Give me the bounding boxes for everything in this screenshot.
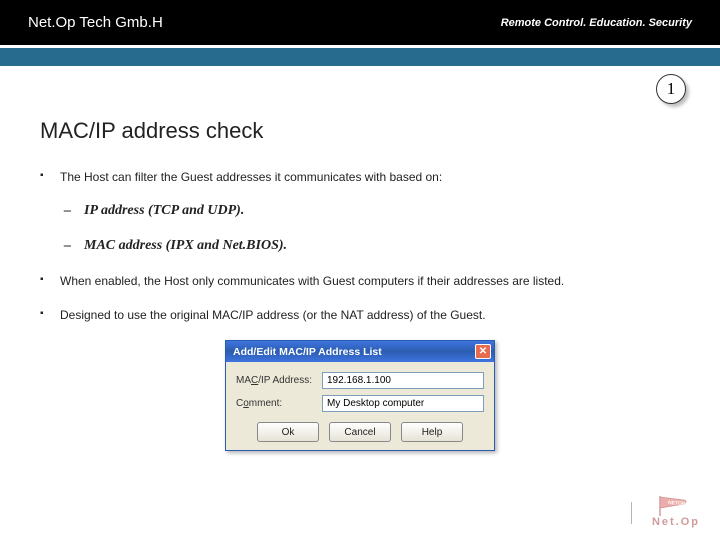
tagline: Remote Control. Education. Security — [501, 17, 692, 29]
sub-item: MAC address (IPX and Net.BIOS). — [60, 235, 680, 256]
mac-ip-input[interactable] — [322, 372, 484, 389]
sub-list: IP address (TCP and UDP). MAC address (I… — [60, 200, 680, 256]
bullet-item: The Host can filter the Guest addresses … — [40, 168, 680, 256]
bullet-text: When enabled, the Host only communicates… — [60, 274, 564, 288]
bullet-list: The Host can filter the Guest addresses … — [40, 168, 680, 324]
bullet-item: When enabled, the Host only communicates… — [40, 272, 680, 290]
svg-text:NETOP: NETOP — [668, 500, 686, 507]
page-number-badge: 1 — [656, 74, 686, 104]
cancel-button[interactable]: Cancel — [329, 422, 391, 442]
comment-label: Comment: — [236, 398, 316, 409]
dialog-body: MAC/IP Address: Comment: Ok Cancel Help — [226, 362, 494, 450]
dialog-title: Add/Edit MAC/IP Address List — [233, 346, 382, 358]
bullet-text: Designed to use the original MAC/IP addr… — [60, 308, 486, 322]
header-bar: Net.Op Tech Gmb.H Remote Control. Educat… — [0, 0, 720, 48]
comment-row: Comment: — [236, 395, 484, 412]
bullet-item: Designed to use the original MAC/IP addr… — [40, 306, 680, 324]
brand-logo: NETOP Net.Op — [652, 494, 700, 528]
content-area: 1 MAC/IP address check The Host can filt… — [0, 66, 720, 451]
flag-icon: NETOP — [654, 494, 698, 518]
ok-button[interactable]: Ok — [257, 422, 319, 442]
help-button[interactable]: Help — [401, 422, 463, 442]
dialog-titlebar: Add/Edit MAC/IP Address List ✕ — [226, 341, 494, 362]
logo-separator — [631, 502, 632, 524]
dialog-buttons: Ok Cancel Help — [236, 422, 484, 442]
address-dialog: Add/Edit MAC/IP Address List ✕ MAC/IP Ad… — [225, 340, 495, 451]
slide-title: MAC/IP address check — [40, 118, 680, 144]
mac-label: MAC/IP Address: — [236, 375, 316, 386]
bullet-text: The Host can filter the Guest addresses … — [60, 170, 442, 184]
comment-input[interactable] — [322, 395, 484, 412]
header-accent — [0, 48, 720, 66]
logo-text: Net.Op — [652, 516, 700, 528]
sub-item: IP address (TCP and UDP). — [60, 200, 680, 221]
close-icon[interactable]: ✕ — [475, 344, 491, 359]
brand: Net.Op Tech Gmb.H — [28, 14, 163, 31]
mac-row: MAC/IP Address: — [236, 372, 484, 389]
